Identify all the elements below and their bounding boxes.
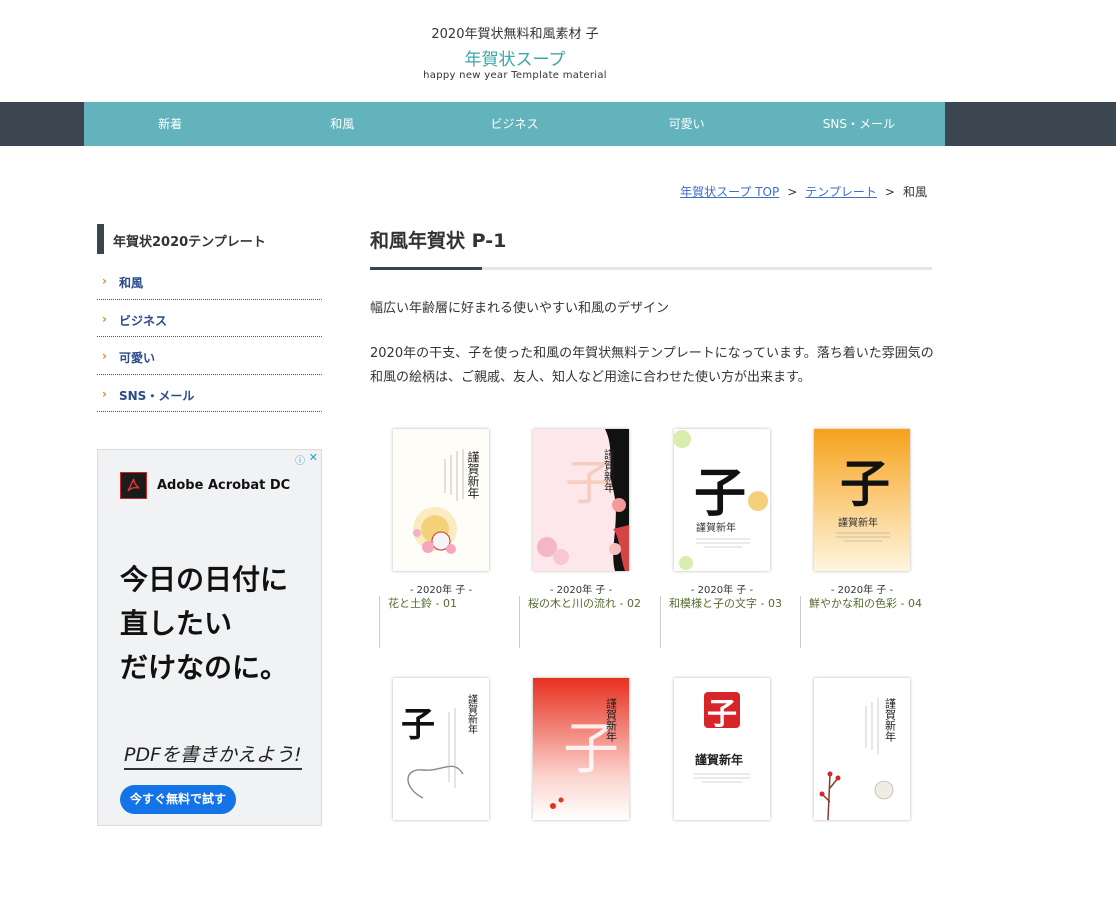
- sidebar-item-business[interactable]: › ビジネス: [97, 300, 322, 337]
- card-art-text: 謹賀新年: [838, 516, 878, 529]
- card-art-text: 謹賀新年: [696, 521, 736, 534]
- sidebar-item-japanese[interactable]: › 和風: [97, 262, 322, 300]
- card-art-glyph: 子: [840, 454, 890, 513]
- card-thumbnail[interactable]: 子 謹賀新年: [674, 429, 770, 571]
- card-art-glyph: 子: [401, 705, 435, 745]
- sidebar-item-label: 和風: [119, 276, 144, 290]
- breadcrumb-home-link[interactable]: 年賀状スープ TOP: [680, 185, 779, 199]
- description-text: 2020年の干支、子を使った和風の年賀状無料テンプレートになっています。落ち着い…: [370, 346, 934, 385]
- sidebar-item-cute[interactable]: › 可愛い: [97, 337, 322, 375]
- card-thumbnail[interactable]: 子 謹賀新年: [393, 678, 489, 820]
- main-nav: 新着 和風 ビジネス 可愛い SNS・メール: [0, 102, 1116, 146]
- site-logo[interactable]: 年賀状スープ: [0, 45, 1030, 70]
- card-thumbnail[interactable]: 謹賀新年: [393, 429, 489, 571]
- card-title[interactable]: 和模様と子の文字 - 03: [660, 596, 787, 648]
- template-card: 子 謹賀新年 - 2020年 子 - 桜の木と川の流れ - 02: [519, 429, 649, 654]
- card-art-text: 謹賀新年: [603, 448, 616, 493]
- card-thumbnail[interactable]: 子 謹賀新年: [674, 678, 770, 820]
- chevron-right-icon: ›: [102, 274, 107, 288]
- ad-info-icon[interactable]: ⓘ: [295, 452, 305, 467]
- ad-headline-line: 直したい: [120, 607, 233, 640]
- breadcrumb-template-link[interactable]: テンプレート: [805, 185, 877, 199]
- sidebar-menu: › 和風 › ビジネス › 可愛い › SNS・メール: [97, 262, 322, 412]
- card-art-text: 謹賀新年: [466, 450, 480, 499]
- template-card: 子 謹賀新年 - 2020年 子 - 鮮やかな和の色彩 - 04: [800, 429, 930, 654]
- sidebar-item-sns-mail[interactable]: › SNS・メール: [97, 375, 322, 412]
- sidebar-item-label: 可愛い: [119, 351, 156, 365]
- template-card: 謹賀新年 - 2020年 子 - 花と土鈴 - 01: [379, 429, 509, 654]
- breadcrumb-separator: >: [884, 185, 895, 199]
- nav-item-new[interactable]: 新着: [84, 102, 256, 146]
- card-thumbnail[interactable]: 子 謹賀新年: [814, 429, 910, 571]
- card-thumbnail[interactable]: 子 謹賀新年: [533, 678, 629, 820]
- breadcrumb: 年賀状スープ TOP > テンプレート > 和風: [680, 183, 927, 200]
- nav-item-cute[interactable]: 可愛い: [601, 102, 773, 146]
- card-art-glyph: 子: [694, 463, 746, 524]
- sidebar-item-label: SNS・メール: [119, 388, 195, 403]
- breadcrumb-separator: >: [787, 185, 798, 199]
- ad-cta-button[interactable]: 今すぐ無料で試す: [120, 785, 236, 814]
- card-thumbnail[interactable]: 子 謹賀新年: [533, 429, 629, 571]
- card-title[interactable]: 桜の木と川の流れ - 02: [519, 596, 646, 648]
- acrobat-logo-icon: [120, 472, 147, 499]
- ad-headline-line: 今日の日付に: [120, 563, 289, 596]
- breadcrumb-current: 和風: [902, 185, 927, 199]
- nav-item-japanese[interactable]: 和風: [256, 102, 428, 146]
- chevron-right-icon: ›: [102, 386, 107, 401]
- card-year: - 2020年 子 -: [549, 585, 613, 596]
- card-year: - 2020年 子 -: [690, 585, 754, 596]
- site-tagline: 2020年賀状無料和風素材 子: [431, 27, 599, 42]
- lead-text: 幅広い年齢層に好まれる使いやすい和風のデザイン: [370, 301, 670, 316]
- card-art-text: 謹賀新年: [884, 697, 897, 742]
- template-card: 謹賀新年: [800, 678, 930, 903]
- card-art-glyph: 子: [707, 697, 737, 732]
- sidebar-item-label: ビジネス: [119, 313, 168, 328]
- sidebar-title: 年賀状2020テンプレート: [97, 224, 321, 254]
- ad-headline-line: だけなのに。: [120, 651, 289, 684]
- ad-brand: Adobe Acrobat DC: [157, 478, 291, 493]
- template-card: 子 謹賀新年: [379, 678, 509, 903]
- nav-item-business[interactable]: ビジネス: [428, 102, 600, 146]
- card-year: - 2020年 子 -: [830, 585, 894, 596]
- ad-headline: 今日の日付に 直したい だけなのに。: [120, 558, 320, 690]
- ad-banner[interactable]: ⓘ ✕ Adobe Acrobat DC 今日の日付に 直したい だけなのに。 …: [97, 449, 322, 826]
- chevron-right-icon: ›: [102, 311, 107, 326]
- card-art-text: 謹賀新年: [605, 697, 618, 742]
- card-title[interactable]: 花と土鈴 - 01: [379, 596, 506, 648]
- chevron-right-icon: ›: [102, 349, 107, 363]
- title-underline: [370, 267, 932, 270]
- template-card: 子 謹賀新年 - 2020年 子 - 和模様と子の文字 - 03: [660, 429, 790, 654]
- page-title: 和風年賀状 P-1: [370, 230, 507, 252]
- site-subtitle: happy new year Template material: [423, 70, 607, 81]
- nav-item-sns-mail[interactable]: SNS・メール: [773, 102, 945, 146]
- card-thumbnail[interactable]: 謹賀新年: [814, 678, 910, 820]
- card-year: - 2020年 子 -: [409, 585, 473, 596]
- close-icon[interactable]: ✕: [309, 451, 318, 464]
- template-card: 子 謹賀新年: [519, 678, 649, 903]
- card-art-text: 謹賀新年: [466, 693, 478, 735]
- ad-tagline: PDFを書きかえよう!: [124, 740, 302, 770]
- sidebar-title-text: 年賀状2020テンプレート: [113, 235, 266, 250]
- site-header: 2020年賀状無料和風素材 子 年賀状スープ happy new year Te…: [0, 0, 1116, 102]
- card-title[interactable]: 鮮やかな和の色彩 - 04: [800, 596, 927, 648]
- card-art-text: 謹賀新年: [695, 752, 743, 767]
- template-card: 子 謹賀新年: [660, 678, 790, 903]
